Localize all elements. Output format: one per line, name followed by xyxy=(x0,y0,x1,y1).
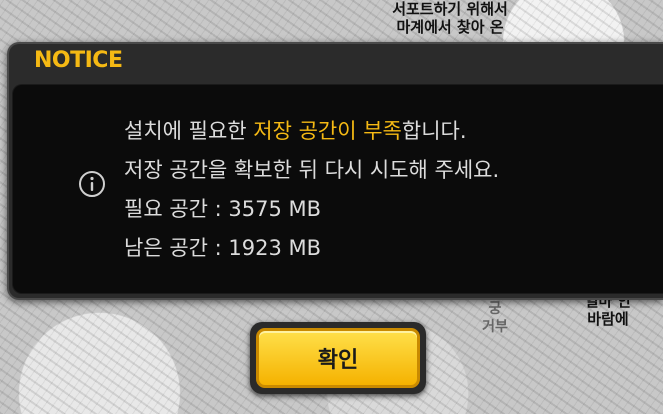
message-line-1-highlight: 저장 공간이 부족 xyxy=(253,119,402,143)
dialog-message: 설치에 필요한 저장 공간이 부족합니다. 저장 공간을 확보한 뒤 다시 시도… xyxy=(124,112,499,268)
message-line-1-prefix: 설치에 필요한 xyxy=(124,119,254,143)
confirm-button-frame: 확인 xyxy=(250,322,426,394)
message-line-1-suffix: 합니다. xyxy=(401,119,467,143)
message-line-1: 설치에 필요한 저장 공간이 부족합니다. xyxy=(124,112,499,151)
background-text-mid: 궁 거부 xyxy=(482,301,508,335)
message-line-2: 저장 공간을 확보한 뒤 다시 시도해 주세요. xyxy=(124,158,500,182)
dialog-title: NOTICE xyxy=(34,48,123,73)
confirm-button-label: 확인 xyxy=(317,348,359,373)
confirm-button[interactable]: 확인 xyxy=(256,328,420,388)
background-text-top: 서포트하기 위해서 마계에서 찾아 온 xyxy=(392,0,508,36)
info-circle-icon xyxy=(79,171,105,197)
required-space: 필요 공간 : 3575 MB xyxy=(124,197,322,221)
remaining-space: 남은 공간 : 1923 MB xyxy=(124,236,322,260)
